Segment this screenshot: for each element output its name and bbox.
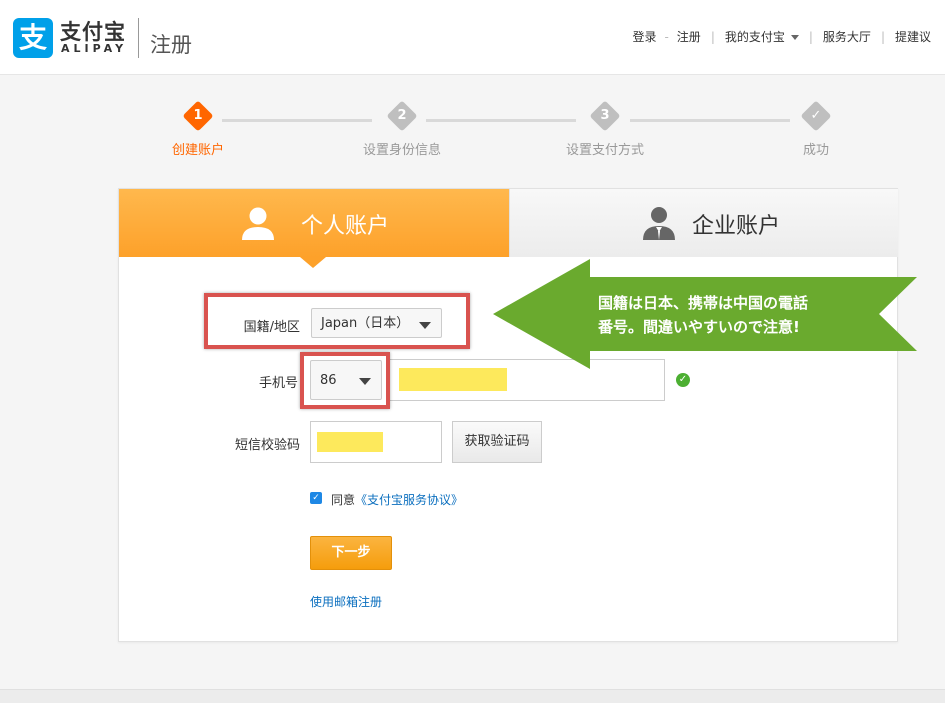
step-label: 创建账户 bbox=[171, 143, 224, 158]
nav-register-link[interactable]: 注册 bbox=[677, 28, 701, 45]
sms-code-label: 短信校验码 bbox=[234, 438, 300, 453]
step-number-icon: 1 bbox=[182, 100, 214, 132]
sms-code-mask bbox=[317, 432, 383, 452]
agree-prefix: 同意 bbox=[331, 493, 356, 507]
get-code-button[interactable]: 获取验证码 bbox=[452, 421, 542, 463]
nav-my-alipay-menu[interactable]: 我的支付宝 bbox=[725, 28, 799, 45]
phone-number-mask bbox=[399, 368, 507, 391]
nav-divider: | bbox=[710, 29, 715, 44]
phone-label: 手机号 bbox=[258, 376, 298, 391]
step-label: 设置支付方式 bbox=[565, 143, 644, 158]
step-identity-info: 2 设置身份信息 bbox=[342, 100, 462, 158]
registration-card: 个人账户 企业账户 bbox=[118, 188, 898, 642]
check-circle-icon: ✓ bbox=[676, 373, 690, 387]
callout-line-2: 番号。間違いやすいので注意! bbox=[598, 318, 800, 336]
service-agreement-link[interactable]: 《支付宝服务协议》 bbox=[355, 493, 463, 507]
callout-text: 国籍は日本、携帯は中国の電話 番号。間違いやすいので注意! bbox=[598, 291, 898, 339]
tab-business-account[interactable]: 企业账户 bbox=[509, 189, 898, 257]
person-icon bbox=[242, 207, 274, 240]
alipay-logo-icon[interactable]: 支 bbox=[13, 18, 53, 58]
page-header: 支 支付宝 ALIPAY 注册 登录 - 注册 | 我的支付宝 | 服务大厅 |… bbox=[0, 0, 945, 75]
next-step-button[interactable]: 下一步 bbox=[310, 536, 392, 570]
business-person-icon bbox=[643, 207, 675, 240]
nav-separator: - bbox=[664, 29, 669, 44]
tab-personal-label: 个人账户 bbox=[301, 214, 390, 239]
chevron-down-icon bbox=[790, 35, 799, 40]
active-tab-pointer bbox=[300, 257, 326, 268]
agree-checkbox[interactable]: ✓ bbox=[310, 492, 322, 504]
nav-service-hall-link[interactable]: 服务大厅 bbox=[823, 28, 871, 45]
nav-divider: | bbox=[808, 29, 813, 44]
nav-my-alipay-label: 我的支付宝 bbox=[724, 30, 785, 44]
tab-business-label: 企业账户 bbox=[692, 214, 781, 239]
page-footer bbox=[0, 689, 945, 703]
step-label: 设置身份信息 bbox=[362, 143, 441, 158]
step-number-icon: 3 bbox=[589, 100, 621, 132]
callout-line-1: 国籍は日本、携帯は中国の電話 bbox=[598, 294, 809, 312]
tab-personal-account[interactable]: 个人账户 bbox=[119, 189, 509, 268]
phone-code-highlight-box bbox=[300, 352, 390, 409]
nav-login-link[interactable]: 登录 bbox=[632, 28, 656, 45]
step-success: ✓ 成功 bbox=[756, 100, 876, 158]
email-register-link[interactable]: 使用邮箱注册 bbox=[310, 593, 382, 610]
step-create-account: 1 创建账户 bbox=[138, 100, 258, 158]
agree-text: 同意《支付宝服务协议》 bbox=[331, 491, 463, 508]
brand-divider bbox=[138, 18, 139, 58]
top-nav: 登录 - 注册 | 我的支付宝 | 服务大厅 | 提建议 bbox=[632, 28, 931, 45]
nav-feedback-link[interactable]: 提建议 bbox=[895, 28, 931, 45]
step-check-icon: ✓ bbox=[800, 100, 832, 132]
brand-name-en: ALIPAY bbox=[61, 42, 128, 55]
step-label: 成功 bbox=[802, 143, 829, 158]
nationality-highlight-box bbox=[204, 293, 470, 349]
step-number-icon: 2 bbox=[386, 100, 418, 132]
step-payment-method: 3 设置支付方式 bbox=[545, 100, 665, 158]
page-title: 注册 bbox=[150, 33, 192, 57]
nav-divider: | bbox=[880, 29, 885, 44]
